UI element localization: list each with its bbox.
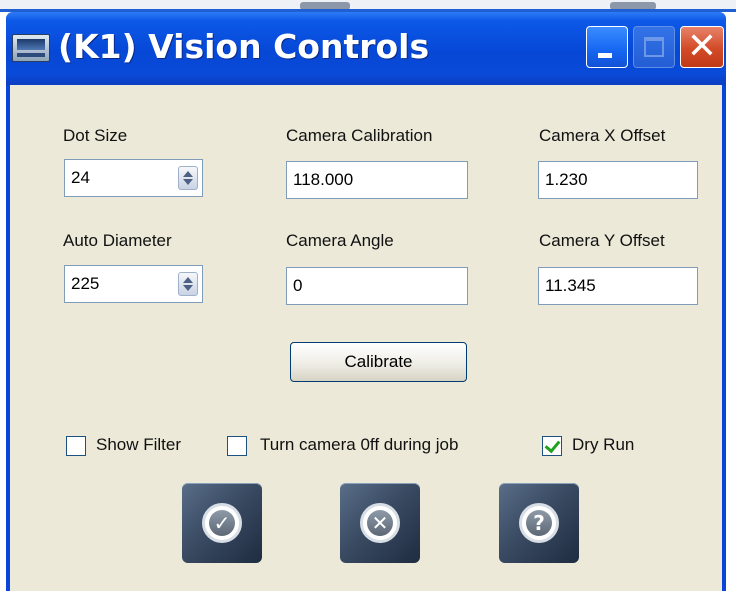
camera-calibration-value: 118.000 — [293, 170, 354, 189]
checkmark-icon — [544, 436, 561, 454]
cancel-x-icon: ✕ — [371, 511, 389, 535]
desktop-right-edge — [726, 12, 736, 591]
camera-calibration-label: Camera Calibration — [286, 126, 433, 145]
checkmark-icon: ✓ — [213, 511, 231, 535]
close-button[interactable]: ✕ — [680, 26, 724, 68]
camera-angle-label: Camera Angle — [286, 231, 394, 250]
calibrate-button[interactable]: Calibrate — [290, 342, 467, 382]
turn-camera-off-label[interactable]: Turn camera 0ff during job — [260, 435, 458, 455]
auto-diameter-label: Auto Diameter — [63, 231, 172, 250]
cancel-button[interactable]: ✕ — [340, 483, 420, 563]
camera-y-offset-label: Camera Y Offset — [539, 231, 665, 250]
desktop-top-strip — [0, 0, 736, 12]
maximize-icon — [644, 37, 664, 57]
vision-controls-window: (K1) Vision Controls ✕ Dot Size 24 Auto … — [6, 12, 726, 591]
dry-run-label[interactable]: Dry Run — [572, 435, 634, 455]
auto-diameter-value: 225 — [71, 274, 100, 293]
camera-angle-field[interactable]: 0 — [286, 267, 468, 305]
auto-diameter-spin-icon[interactable] — [178, 272, 198, 296]
help-button[interactable]: ? — [499, 483, 579, 563]
app-icon[interactable] — [12, 34, 50, 62]
camera-x-offset-value: 1.230 — [545, 170, 588, 189]
dot-size-spin-icon[interactable] — [178, 166, 198, 190]
dialog-client-area: Dot Size 24 Auto Diameter 225 Camera Cal… — [10, 85, 722, 591]
turn-camera-off-checkbox[interactable] — [227, 436, 247, 456]
dot-size-label: Dot Size — [63, 126, 128, 145]
auto-diameter-stepper[interactable]: 225 — [64, 265, 203, 303]
window-title: (K1) Vision Controls — [58, 27, 430, 66]
minimize-button[interactable] — [586, 26, 628, 68]
maximize-button[interactable] — [633, 26, 675, 68]
dot-size-value: 24 — [71, 168, 90, 187]
title-bar[interactable]: (K1) Vision Controls ✕ — [6, 12, 726, 85]
close-icon: ✕ — [686, 26, 718, 67]
ok-button[interactable]: ✓ — [182, 483, 262, 563]
show-filter-label[interactable]: Show Filter — [96, 435, 181, 455]
camera-x-offset-label: Camera X Offset — [539, 126, 666, 145]
camera-calibration-field[interactable]: 118.000 — [286, 161, 468, 199]
dot-size-stepper[interactable]: 24 — [64, 159, 203, 197]
question-icon: ? — [533, 511, 545, 535]
minimize-icon — [598, 53, 612, 58]
camera-x-offset-field[interactable]: 1.230 — [538, 161, 698, 199]
camera-y-offset-field[interactable]: 11.345 — [538, 267, 698, 305]
camera-y-offset-value: 11.345 — [545, 276, 596, 295]
dry-run-checkbox[interactable] — [542, 436, 562, 456]
camera-angle-value: 0 — [293, 276, 303, 295]
show-filter-checkbox[interactable] — [66, 436, 86, 456]
